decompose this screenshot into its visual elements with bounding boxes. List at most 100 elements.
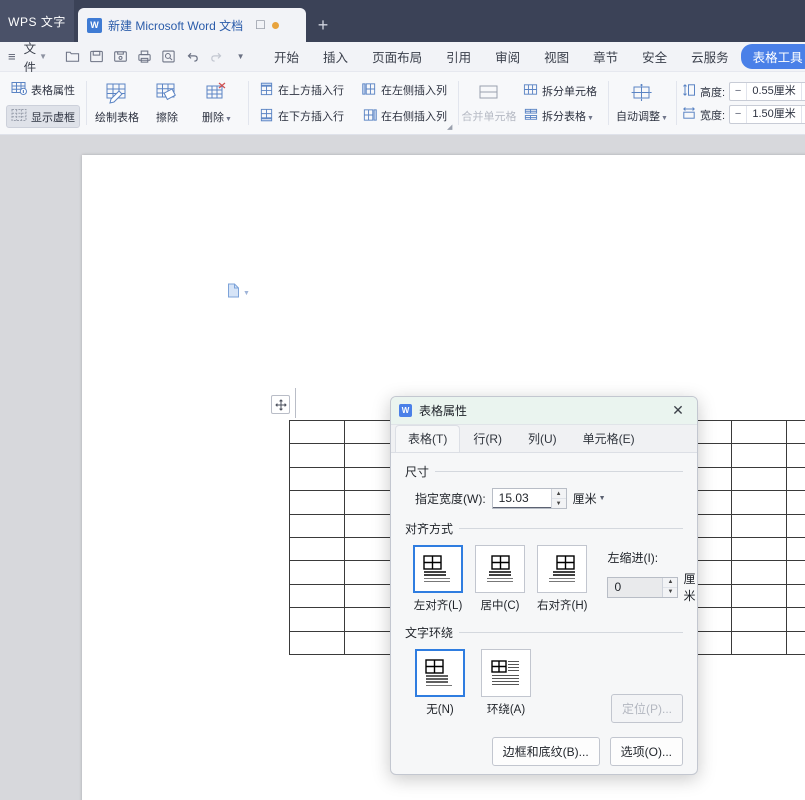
open-folder-icon[interactable]: [65, 49, 80, 64]
split-table-button[interactable]: 拆分表格▼: [518, 105, 602, 127]
save-icon[interactable]: [89, 49, 104, 64]
table-cell[interactable]: [730, 560, 787, 585]
borders-shading-button[interactable]: 边框和底纹(B)...: [491, 737, 600, 766]
insert-row-below-button[interactable]: 在下方插入行: [254, 105, 349, 128]
left-indent-stepper[interactable]: ▲ ▼: [662, 577, 678, 597]
column-width-spinner[interactable]: − 1.50厘米 +: [729, 105, 805, 124]
table-cell[interactable]: [730, 536, 787, 562]
tab-row[interactable]: 行(R): [460, 425, 515, 452]
wrap-none-option[interactable]: 无(N): [413, 649, 467, 717]
table-move-handle-icon[interactable]: [271, 395, 290, 414]
table-cell[interactable]: [288, 607, 346, 632]
table-cell[interactable]: [785, 490, 805, 515]
align-left-preview[interactable]: [413, 545, 463, 593]
wrap-none-preview[interactable]: [415, 649, 465, 697]
table-cell[interactable]: [785, 583, 805, 609]
table-cell[interactable]: [288, 443, 346, 468]
table-cell[interactable]: [288, 560, 346, 585]
width-decrease-button[interactable]: −: [730, 106, 746, 123]
preferred-width-stepper[interactable]: ▲ ▼: [550, 489, 566, 508]
stepper-down-icon[interactable]: ▼: [552, 499, 566, 508]
table-cell[interactable]: [288, 630, 346, 655]
align-right-option[interactable]: 右对齐(H): [537, 545, 587, 613]
align-center-option[interactable]: 居中(C): [475, 545, 525, 613]
insert-row-above-button[interactable]: 在上方插入行: [254, 79, 349, 102]
align-center-preview[interactable]: [475, 545, 525, 593]
tab-column[interactable]: 列(U): [515, 425, 570, 452]
monitor-icon[interactable]: ☐: [255, 18, 266, 32]
wrap-around-option[interactable]: 环绕(A): [479, 649, 533, 717]
tab-kaishi[interactable]: 开始: [262, 44, 311, 69]
stepper-up-icon[interactable]: ▲: [663, 578, 678, 588]
undo-icon[interactable]: [185, 49, 200, 64]
table-cell[interactable]: [785, 443, 805, 468]
insert-column-left-button[interactable]: 在左侧插入列: [357, 79, 452, 102]
height-decrease-button[interactable]: −: [730, 83, 746, 100]
tab-zhangjie[interactable]: 章节: [581, 44, 630, 69]
table-properties-dialog[interactable]: W 表格属性 ✕ 表格(T) 行(R) 列(U) 单元格(E) 尺寸 指定宽度(…: [390, 396, 698, 775]
tab-shitu[interactable]: 视图: [532, 44, 581, 69]
tab-biaogegongju[interactable]: 表格工具: [740, 44, 805, 69]
tab-yunfuwu[interactable]: 云服务: [679, 44, 741, 69]
new-tab-button[interactable]: +: [306, 8, 340, 42]
tab-charu[interactable]: 插入: [311, 44, 360, 69]
table-cell[interactable]: [785, 466, 805, 492]
draw-table-button[interactable]: 绘制表格: [92, 79, 142, 128]
autofit-button[interactable]: 自动调整▼: [614, 80, 670, 127]
table-cell[interactable]: [730, 443, 787, 468]
dialog-title-bar[interactable]: W 表格属性 ✕: [391, 397, 697, 425]
align-left-option[interactable]: 左对齐(L): [413, 545, 463, 613]
split-cells-button[interactable]: 拆分单元格: [518, 80, 602, 102]
tab-yemianbuju[interactable]: 页面布局: [360, 44, 434, 69]
stepper-up-icon[interactable]: ▲: [551, 489, 566, 499]
wrap-around-preview[interactable]: [481, 649, 531, 697]
table-cell[interactable]: [730, 583, 787, 609]
tab-yinyong[interactable]: 引用: [434, 44, 483, 69]
customize-qat-caret-icon[interactable]: ▼: [233, 49, 248, 64]
stepper-down-icon[interactable]: ▼: [663, 588, 677, 597]
print-preview-icon[interactable]: [161, 49, 176, 64]
tab-cell[interactable]: 单元格(E): [570, 425, 648, 452]
paragraph-options-icon[interactable]: [227, 283, 240, 303]
table-cell[interactable]: [288, 419, 346, 445]
preferred-width-input[interactable]: 15.03 ▲ ▼: [491, 488, 567, 509]
preferred-width-value[interactable]: 15.03: [492, 489, 551, 508]
chevron-down-icon[interactable]: ▼: [243, 290, 250, 297]
table-cell[interactable]: [288, 490, 346, 515]
options-button[interactable]: 选项(O)...: [609, 737, 683, 766]
table-cell[interactable]: [730, 419, 787, 445]
table-cell[interactable]: [730, 607, 787, 632]
table-properties-button[interactable]: 表格属性: [6, 78, 80, 102]
show-gridlines-button[interactable]: 显示虚框: [6, 105, 80, 128]
table-cell[interactable]: [785, 607, 805, 632]
height-value[interactable]: 0.55厘米: [746, 83, 803, 100]
insert-group-launcher-icon[interactable]: ◢: [447, 124, 454, 131]
redo-icon[interactable]: [209, 49, 224, 64]
width-value[interactable]: 1.50厘米: [746, 106, 803, 123]
table-cell[interactable]: [730, 630, 787, 655]
document-tab[interactable]: W 新建 Microsoft Word 文档 ☐: [78, 8, 306, 42]
row-height-spinner[interactable]: − 0.55厘米 +: [729, 82, 805, 101]
hamburger-icon[interactable]: ≡: [0, 49, 20, 64]
table-cell[interactable]: [785, 536, 805, 562]
insert-column-right-button[interactable]: 在右侧插入列: [357, 105, 452, 128]
tab-anquan[interactable]: 安全: [630, 44, 679, 69]
table-cell[interactable]: [288, 536, 346, 562]
paragraph-options-control[interactable]: ▼: [227, 283, 250, 303]
left-indent-input[interactable]: 0 ▲ ▼: [607, 576, 679, 598]
width-unit-dropdown[interactable]: 厘米 ▼: [573, 490, 606, 507]
delete-button[interactable]: 删除▼: [192, 79, 242, 128]
table-cell[interactable]: [785, 513, 805, 538]
table-cell[interactable]: [730, 513, 787, 538]
file-menu-button[interactable]: 文件 ▼: [20, 38, 51, 76]
align-right-preview[interactable]: [537, 545, 588, 593]
left-indent-value[interactable]: 0: [608, 577, 663, 597]
table-cell[interactable]: [730, 466, 787, 492]
tab-table[interactable]: 表格(T): [395, 425, 461, 452]
table-cell[interactable]: [785, 560, 805, 585]
table-cell[interactable]: [288, 466, 346, 492]
save-as-icon[interactable]: [113, 49, 128, 64]
indent-unit-dropdown[interactable]: 厘米 ▼: [683, 570, 697, 604]
table-cell[interactable]: [288, 583, 346, 609]
tab-shenyue[interactable]: 审阅: [483, 44, 532, 69]
